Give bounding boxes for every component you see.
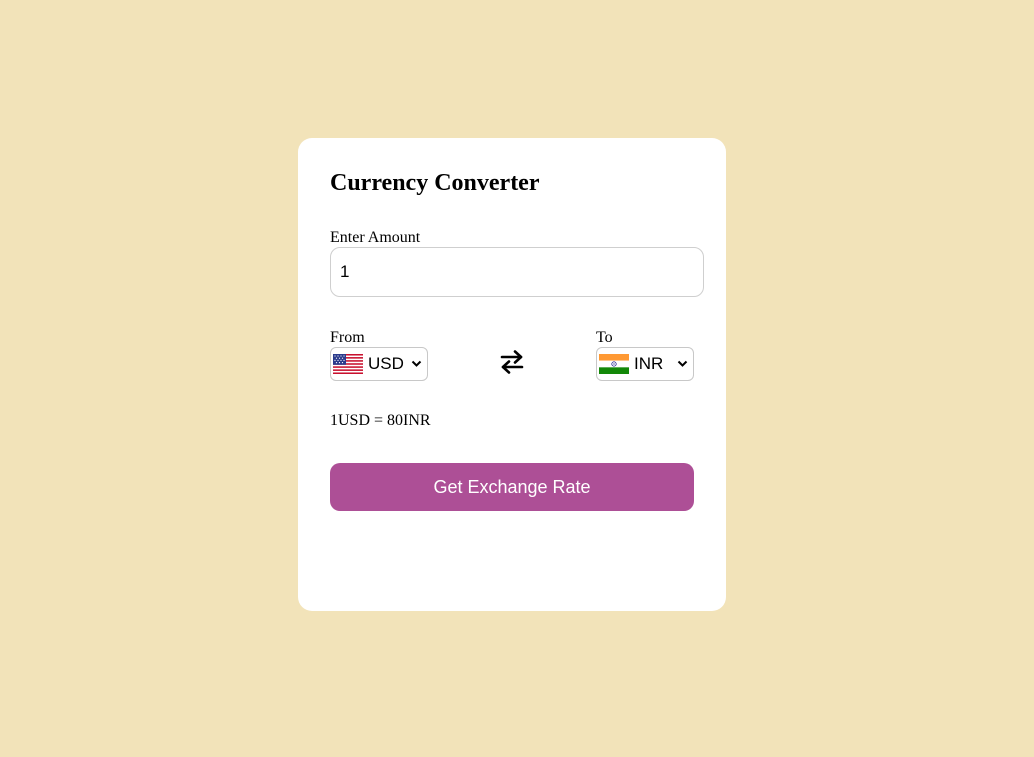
to-currency-code: INR (634, 354, 664, 373)
get-exchange-rate-button[interactable]: Get Exchange Rate (330, 463, 694, 511)
converter-card: Currency Converter Enter Amount From (298, 138, 726, 611)
to-currency-select[interactable]: INR (596, 347, 694, 381)
exchange-rate-message: 1USD = 80INR (330, 412, 431, 429)
chevron-down-icon (677, 360, 688, 367)
from-currency-code: USD (368, 354, 404, 373)
india-flag-icon (599, 354, 629, 374)
us-flag-icon (333, 354, 363, 374)
from-currency-select[interactable]: USD (330, 347, 428, 381)
from-label: From (330, 329, 365, 346)
page-title: Currency Converter (330, 170, 540, 196)
amount-input[interactable] (330, 247, 704, 297)
chevron-down-icon (411, 360, 422, 367)
to-label: To (596, 329, 613, 346)
amount-label: Enter Amount (330, 229, 421, 246)
swap-arrows-icon[interactable] (499, 349, 525, 375)
